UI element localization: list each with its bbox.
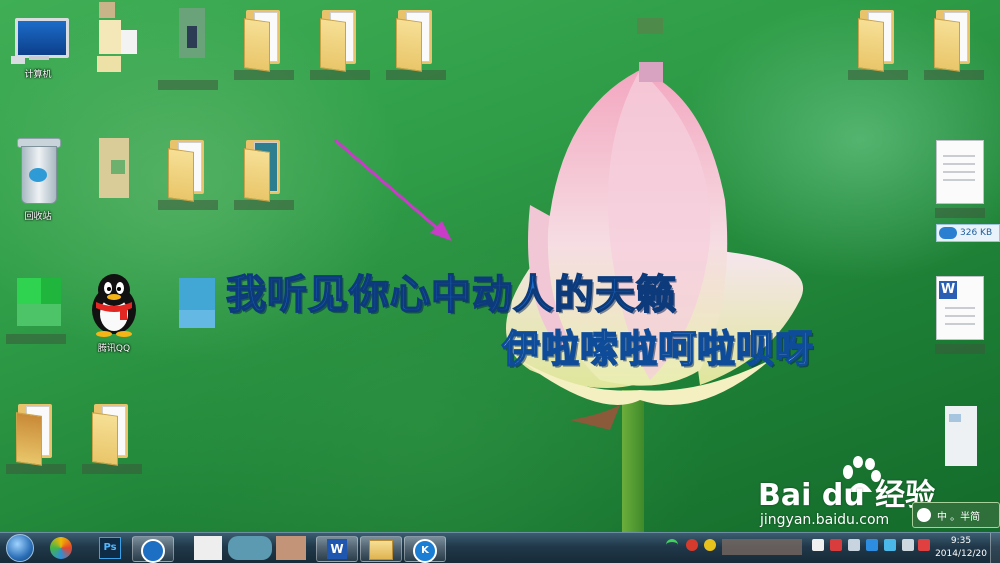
word-document-item[interactable]: W — [924, 276, 996, 354]
system-clock[interactable]: 9:35 2014/12/20 — [934, 535, 988, 561]
taskbar-app-blank[interactable] — [194, 536, 222, 560]
ime-toolbar[interactable]: 中 。半简 — [912, 502, 1000, 528]
blurred-desktop-item[interactable] — [0, 270, 72, 344]
blurred-desktop-item[interactable] — [924, 400, 996, 476]
qq-penguin-icon — [92, 274, 136, 337]
recycle-bin-icon — [13, 136, 63, 206]
baidu-brand: Bai du 经验 — [758, 478, 936, 513]
folder-icon — [166, 136, 210, 202]
taskbar-app-explorer[interactable] — [360, 536, 402, 562]
computer-icon — [9, 18, 69, 64]
start-button[interactable] — [2, 534, 38, 562]
qq-label: 腾讯QQ — [97, 344, 131, 354]
windows-orb-icon — [6, 534, 34, 562]
pointer-arrow — [334, 138, 452, 241]
colorful-flower-icon — [50, 537, 72, 559]
folder-item[interactable] — [918, 6, 990, 80]
folder-item[interactable] — [228, 136, 300, 210]
volume-icon[interactable] — [902, 539, 914, 551]
wps-writer-icon: W — [327, 539, 347, 559]
pixelated-icon — [165, 2, 211, 76]
folder-icon — [394, 6, 438, 72]
kugou-icon: K — [413, 539, 437, 563]
folder-item[interactable] — [842, 6, 914, 80]
baidu-url: jingyan.baidu.com — [760, 512, 890, 528]
recycle-bin-label: 回收站 — [24, 212, 52, 222]
blurred-desktop-item[interactable] — [152, 2, 224, 90]
blurred-desktop-item[interactable] — [158, 270, 230, 340]
folder-icon — [932, 6, 976, 72]
ime-paw-icon — [917, 508, 931, 522]
tray-icon-6[interactable] — [918, 539, 930, 551]
tray-icon-5[interactable] — [884, 539, 896, 551]
taskbar-app-sogou-browser[interactable] — [132, 536, 174, 563]
taskbar-app-kugou[interactable]: K — [404, 536, 446, 563]
wifi-icon[interactable] — [666, 539, 678, 554]
tray-icon-1[interactable] — [812, 539, 824, 551]
taskbar-app-mail[interactable] — [44, 535, 78, 561]
pixelated-icon — [171, 270, 217, 340]
taskbar-app-wps[interactable]: W — [316, 536, 358, 562]
tray-icon-yellow[interactable] — [704, 539, 716, 551]
tray-icon-3[interactable] — [848, 539, 860, 551]
folder-item[interactable] — [152, 136, 224, 210]
show-desktop-button[interactable] — [990, 533, 1000, 563]
pixelated-icon — [625, 6, 671, 86]
lyric-line-2: 伊啦嗦啦呵啦呗呀 — [501, 326, 815, 372]
computer-shortcut[interactable]: 计算机 — [2, 18, 74, 80]
clock-date: 2014/12/20 — [935, 549, 987, 559]
photoshop-icon: Ps — [99, 537, 121, 559]
file-size-label: 326 KB — [960, 228, 993, 238]
taskbar-app-blurred-2[interactable] — [276, 536, 306, 560]
qq-shortcut[interactable]: 腾讯QQ — [78, 270, 150, 354]
folder-icon — [242, 6, 286, 72]
folder-explorer-icon — [369, 540, 393, 560]
folder-icon — [856, 6, 900, 72]
blurred-desktop-item[interactable] — [76, 136, 148, 208]
word-letter: W — [939, 281, 957, 299]
folder-item[interactable] — [0, 400, 72, 474]
blurred-desktop-item[interactable] — [76, 2, 148, 76]
tray-icon-4[interactable] — [866, 539, 878, 551]
folder-icon — [14, 400, 58, 466]
taskbar-app-blurred-1[interactable] — [228, 536, 272, 560]
taskbar-app-photoshop[interactable]: Ps — [96, 535, 124, 561]
text-file-item[interactable] — [924, 140, 996, 218]
cloud-upload-badge[interactable]: 326 KB — [936, 224, 1000, 242]
folder-item[interactable] — [304, 6, 376, 80]
taskbar: Ps W K 9:35 2014/12/20 — [0, 532, 1000, 563]
blurred-desktop-item[interactable] — [612, 6, 684, 86]
pixelated-icon — [89, 136, 135, 208]
lyric-line-1: 我听见你心中动人的天籁 — [225, 271, 677, 319]
ime-status: 中 。半简 — [937, 511, 981, 523]
text-document-icon — [936, 140, 984, 204]
folder-item[interactable] — [380, 6, 452, 80]
clock-time: 9:35 — [950, 536, 972, 546]
pixelated-icon — [937, 400, 983, 476]
recycle-bin-shortcut[interactable]: 回收站 — [2, 136, 74, 222]
sogou-s-icon — [141, 539, 165, 563]
folder-item[interactable] — [76, 400, 148, 474]
folder-icon — [90, 400, 134, 466]
cloud-icon — [939, 227, 957, 239]
tray-blurred — [722, 539, 802, 555]
pixelated-icon — [89, 2, 137, 76]
pixelated-icon — [13, 270, 61, 330]
tray-icon-2[interactable] — [830, 539, 842, 551]
desktop-wallpaper: 计算机 回收站 326 KB 腾讯QQ W 我听见你心中动人的天籁 伊啦嗦啦呵啦… — [0, 0, 1000, 532]
folder-item[interactable] — [228, 6, 300, 80]
word-document-icon: W — [936, 276, 984, 340]
folder-icon — [318, 6, 362, 72]
folder-icon — [242, 136, 286, 202]
tray-icon-red[interactable] — [686, 539, 698, 551]
computer-label: 计算机 — [24, 70, 52, 80]
